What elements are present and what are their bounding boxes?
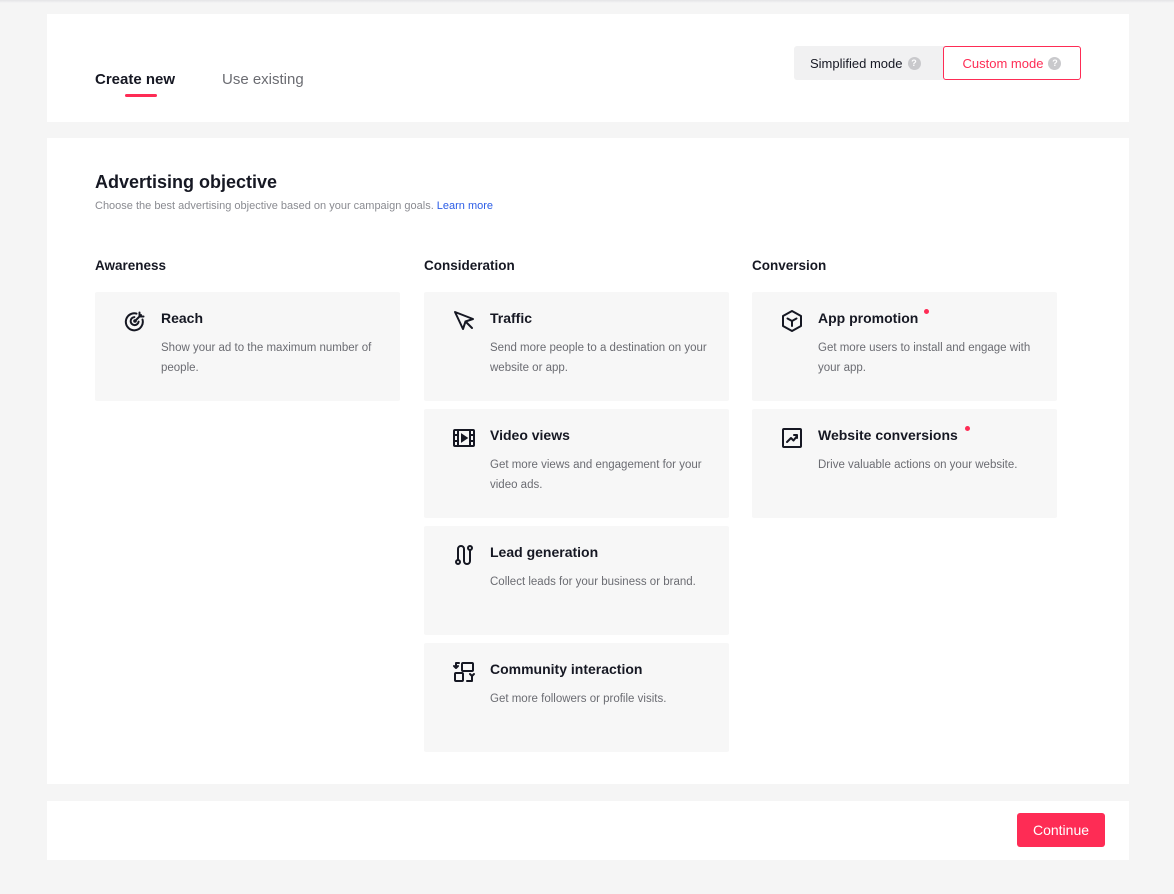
cursor-icon bbox=[452, 309, 476, 333]
lead-icon bbox=[452, 543, 476, 567]
custom-mode-label: Custom mode bbox=[962, 55, 1044, 71]
community-icon bbox=[452, 660, 476, 684]
objective-description: Get more users to install and engage wit… bbox=[818, 342, 1031, 374]
awareness-heading: Awareness bbox=[95, 258, 167, 273]
objective-title: Community interaction bbox=[490, 661, 643, 677]
objective-app-promotion[interactable]: App promotion Get more users to install … bbox=[752, 292, 1057, 401]
tabs-card: Create new Use existing Simplified mode … bbox=[47, 14, 1129, 122]
objective-title: Lead generation bbox=[490, 544, 599, 560]
consideration-heading: Consideration bbox=[424, 258, 515, 273]
objective-title: App promotion bbox=[818, 310, 919, 326]
objective-lead-generation[interactable]: Lead generation Collect leads for your b… bbox=[424, 526, 729, 635]
objective-description: Drive valuable actions on your website. bbox=[818, 459, 1018, 471]
learn-more-link[interactable]: Learn more bbox=[437, 200, 493, 212]
objective-reach[interactable]: Reach Show your ad to the maximum number… bbox=[95, 292, 400, 401]
objective-title: Traffic bbox=[490, 310, 533, 326]
objective-title: Video views bbox=[490, 427, 570, 443]
tab-create-new[interactable]: Create new bbox=[95, 70, 175, 90]
objective-website-conversions[interactable]: Website conversions Drive valuable actio… bbox=[752, 409, 1057, 518]
simplified-mode-button[interactable]: Simplified mode ? bbox=[810, 46, 921, 80]
conversion-heading: Conversion bbox=[752, 258, 827, 273]
mode-switch: Simplified mode ? Custom mode ? bbox=[794, 46, 1081, 80]
advertising-objective-card: Advertising objective Choose the best ad… bbox=[47, 138, 1129, 784]
continue-button[interactable]: Continue bbox=[1017, 813, 1105, 847]
help-icon[interactable]: ? bbox=[1048, 56, 1062, 70]
active-tab-indicator bbox=[125, 94, 157, 97]
section-title: Advertising objective bbox=[95, 172, 278, 192]
new-badge-dot bbox=[965, 426, 970, 431]
top-shadow bbox=[0, 0, 1174, 3]
footer-card: Continue bbox=[47, 801, 1129, 860]
reach-icon bbox=[123, 309, 147, 333]
simplified-mode-label: Simplified mode bbox=[810, 55, 903, 71]
objective-description: Get more views and engagement for your v… bbox=[490, 459, 702, 491]
help-icon[interactable]: ? bbox=[907, 56, 921, 70]
objective-title: Website conversions bbox=[818, 427, 958, 443]
subtitle-text: Choose the best advertising objective ba… bbox=[95, 200, 434, 212]
trend-icon bbox=[780, 426, 804, 450]
cube-icon bbox=[780, 309, 804, 333]
objective-title: Reach bbox=[161, 310, 204, 326]
objective-description: Send more people to a destination on you… bbox=[490, 342, 707, 374]
objective-description: Show your ad to the maximum number of pe… bbox=[161, 342, 372, 374]
objective-video-views[interactable]: Video views Get more views and engagemen… bbox=[424, 409, 729, 518]
objective-description: Get more followers or profile visits. bbox=[490, 693, 667, 705]
section-subtitle: Choose the best advertising objective ba… bbox=[95, 200, 493, 212]
objective-traffic[interactable]: Traffic Send more people to a destinatio… bbox=[424, 292, 729, 401]
tab-use-existing[interactable]: Use existing bbox=[222, 70, 304, 90]
objective-description: Collect leads for your business or brand… bbox=[490, 576, 696, 588]
objective-community-interaction[interactable]: Community interaction Get more followers… bbox=[424, 643, 729, 752]
video-icon bbox=[452, 426, 476, 450]
new-badge-dot bbox=[924, 309, 929, 314]
custom-mode-button[interactable]: Custom mode ? bbox=[943, 46, 1081, 80]
